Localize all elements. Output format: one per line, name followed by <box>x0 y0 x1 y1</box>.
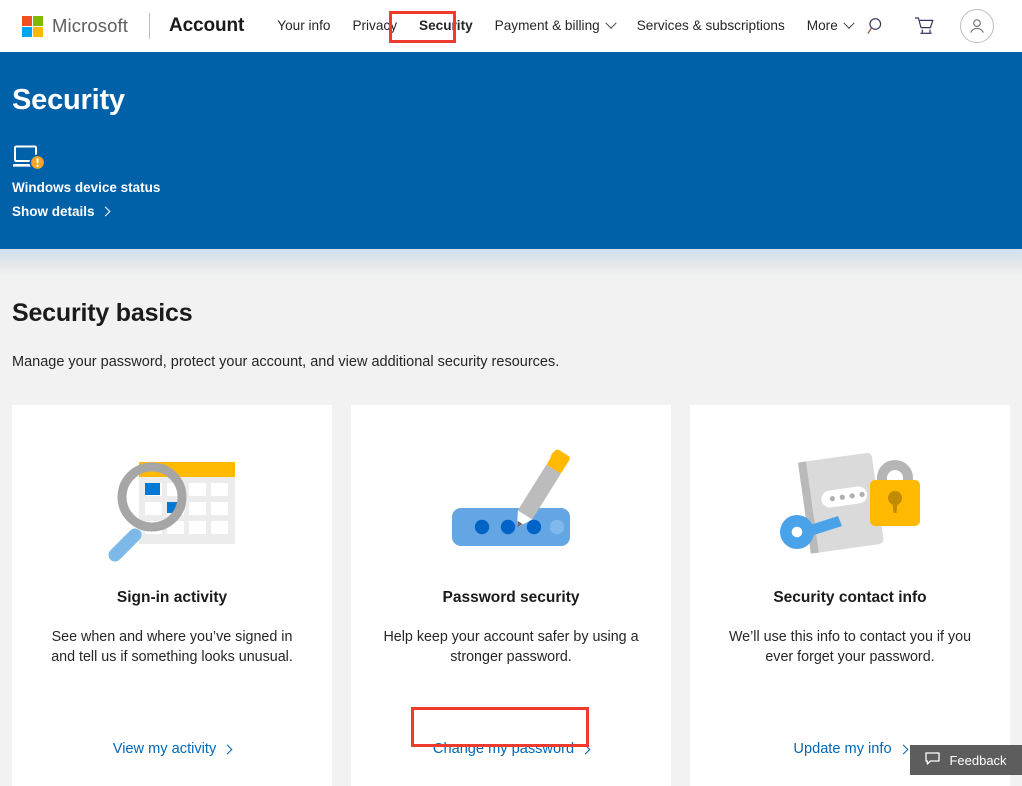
nav-item-privacy[interactable]: Privacy <box>341 13 408 39</box>
nav-item-label: Services & subscriptions <box>636 18 785 34</box>
chevron-right-icon <box>100 206 110 217</box>
search-icon[interactable] <box>864 13 890 39</box>
nav-item-label: Privacy <box>352 18 398 34</box>
laptop-warning-icon <box>11 145 47 171</box>
microsoft-wordmark: Microsoft <box>52 15 128 36</box>
app-name-account[interactable]: Account <box>169 15 244 37</box>
feedback-button[interactable]: Feedback <box>910 745 1022 775</box>
nav-item-services-subscriptions[interactable]: Services & subscriptions <box>626 13 796 39</box>
cart-icon[interactable] <box>912 13 938 39</box>
nav-item-label: More <box>806 18 838 34</box>
key-lock-document-icon <box>708 435 992 575</box>
card-link-label: Update my info <box>793 741 892 757</box>
nav-item-label: Security <box>419 18 473 34</box>
main-content: Security basics Manage your password, pr… <box>0 277 1022 786</box>
card-password-security[interactable]: Password security Help keep your account… <box>351 405 671 786</box>
card-description: See when and where you’ve signed in and … <box>51 629 293 666</box>
feedback-label: Feedback <box>949 752 1007 768</box>
nav-right-icons <box>864 9 1002 43</box>
show-details-link[interactable]: Show details <box>12 204 110 219</box>
hero-banner: Security Windows device status Show deta… <box>0 52 1022 249</box>
nav-item-security[interactable]: Security <box>408 13 484 39</box>
speech-bubble-icon <box>925 752 941 768</box>
chevron-down-icon <box>605 17 617 29</box>
chevron-right-icon <box>222 744 233 754</box>
section-subtitle: Manage your password, protect your accou… <box>12 354 560 370</box>
section-title: Security basics <box>12 299 193 327</box>
card-link-label: Change my password <box>432 741 575 757</box>
nav-links: Your info Privacy Security Payment & bil… <box>266 0 864 52</box>
microsoft-logo-icon <box>22 15 43 37</box>
update-my-info-link[interactable]: Update my info <box>793 741 909 757</box>
page-title: Security <box>12 84 125 116</box>
chevron-down-icon <box>843 17 855 29</box>
view-my-activity-link[interactable]: View my activity <box>112 741 233 757</box>
nav-item-payment-billing[interactable]: Payment & billing <box>484 13 626 39</box>
device-status-block: Windows device status Show details <box>11 145 1022 219</box>
change-my-password-link[interactable]: Change my password <box>432 741 591 757</box>
nav-item-your-info[interactable]: Your info <box>266 13 341 39</box>
nav-divider <box>148 13 150 39</box>
microsoft-logo[interactable]: Microsoft <box>22 15 128 37</box>
card-sign-in-activity[interactable]: Sign-in activity See when and where you’… <box>12 405 332 786</box>
show-details-label: Show details <box>12 204 95 219</box>
device-status-label: Windows device status <box>12 180 161 195</box>
password-pen-icon <box>369 435 653 575</box>
hero-gradient-divider <box>0 249 1022 277</box>
nav-item-label: Your info <box>277 18 331 34</box>
card-title: Password security <box>442 589 580 606</box>
card-description: We’ll use this info to contact you if yo… <box>728 629 972 666</box>
calendar-magnifier-icon <box>30 435 314 575</box>
card-title: Sign-in activity <box>116 589 228 606</box>
card-link-label: View my activity <box>112 741 217 757</box>
nav-item-more[interactable]: More <box>796 13 864 39</box>
nav-item-label: Payment & billing <box>494 18 600 34</box>
card-title: Security contact info <box>773 589 927 606</box>
security-cards: Sign-in activity See when and where you’… <box>12 405 1010 786</box>
chevron-right-icon <box>898 744 909 754</box>
top-navigation-bar: Microsoft Account Your info Privacy Secu… <box>0 0 1022 52</box>
card-description: Help keep your account safer by using a … <box>383 629 639 666</box>
card-security-contact-info[interactable]: Security contact info We’ll use this inf… <box>690 405 1010 786</box>
account-avatar-icon[interactable] <box>960 9 994 43</box>
chevron-right-icon <box>580 744 591 754</box>
